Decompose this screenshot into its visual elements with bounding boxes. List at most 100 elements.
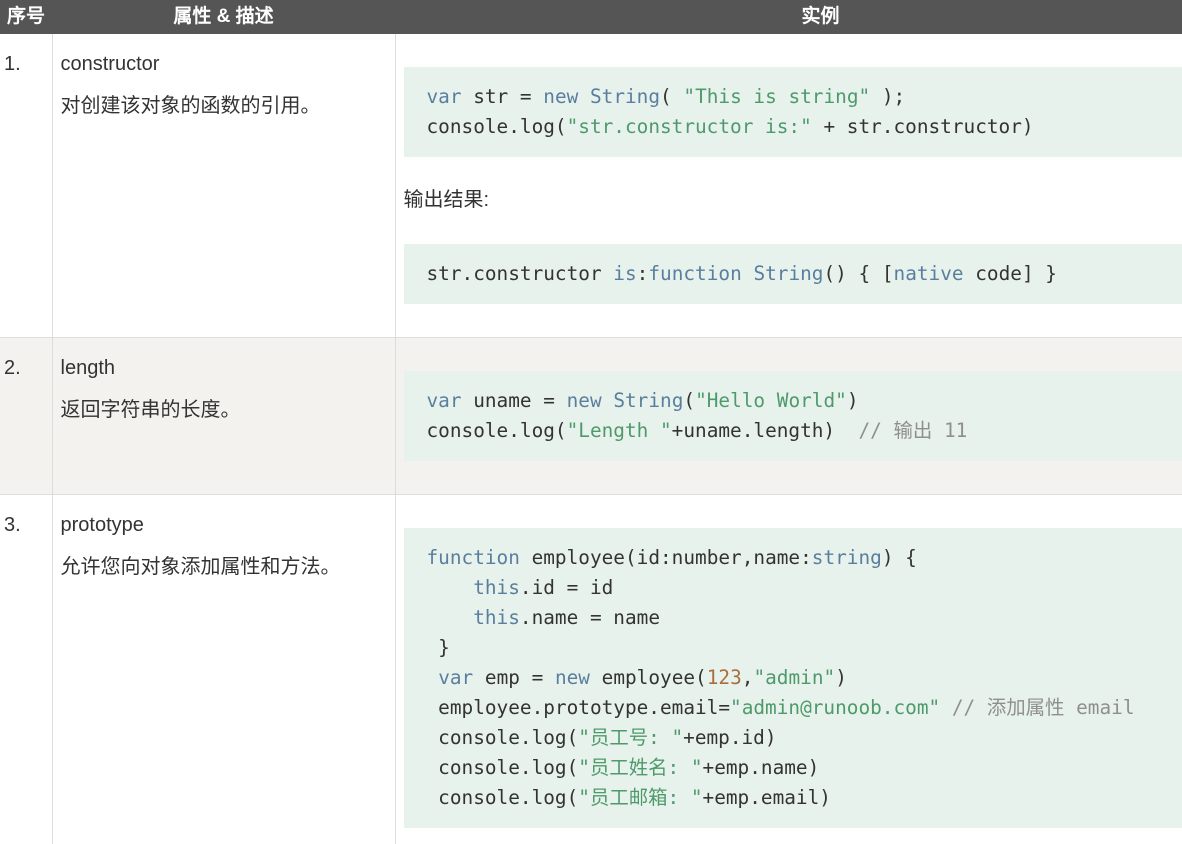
code-token: () { [ [823, 262, 894, 285]
row-index: 1. [4, 53, 21, 75]
code-token: ) [846, 389, 859, 412]
code-token: , [741, 666, 754, 689]
property-cell: constructor 对创建该对象的函数的引用。 [51, 34, 395, 338]
code-token: new [566, 389, 602, 412]
code-token: ) { [881, 546, 917, 569]
code-token: console.log( [426, 726, 579, 749]
row-index: 3. [0, 494, 52, 844]
code-token: var [426, 85, 462, 108]
code-token: emp = [473, 666, 555, 689]
property-description: 对创建该对象的函数的引用。 [60, 95, 321, 117]
code-line: this.id = id [427, 573, 1160, 603]
code-line: var emp = new employee(123,"admin") [427, 663, 1160, 693]
code-token: var [426, 389, 462, 412]
code-token: "员工姓名: " [578, 756, 703, 779]
property-description: 返回字符串的长度。 [60, 399, 241, 421]
code-token: "This is string" [683, 85, 871, 108]
code-token: ) [835, 666, 847, 689]
output-block: str.constructor is:function String() { [… [403, 244, 1182, 304]
code-token: "admin@runoob.com" [730, 696, 941, 719]
output-label: 输出结果: [403, 189, 490, 211]
code-token: ( [660, 85, 684, 108]
code-line: console.log("str.constructor is:" + str.… [427, 112, 1160, 142]
example-cell: var str = new String( "This is string" )… [394, 34, 1182, 338]
code-token: +emp.name) [702, 756, 820, 779]
code-token: +uname.length) [671, 419, 859, 442]
header-index: 序号 [0, 0, 52, 34]
code-line: function employee(id:number,name:string)… [427, 543, 1160, 573]
code-token: ( [683, 389, 696, 412]
code-token: "员工号: " [578, 726, 684, 749]
code-token: function [648, 262, 742, 285]
code-token: "str.constructor is:" [566, 115, 812, 138]
code-token: .name = name [519, 606, 660, 629]
code-line: var str = new String( "This is string" )… [427, 82, 1160, 112]
code-token: console.log( [426, 756, 579, 779]
code-token: ); [870, 85, 906, 108]
code-token: this [473, 576, 520, 599]
code-token: new [554, 666, 590, 689]
property-cell: prototype 允许您向对象添加属性和方法。 [51, 494, 395, 844]
code-token: "Length " [566, 419, 672, 442]
code-token: String [589, 85, 661, 108]
code-token: employee( [589, 666, 707, 689]
code-token: // 输出 11 [858, 419, 968, 442]
code-token: uname = [461, 389, 567, 412]
code-block: var uname = new String("Hello World") con… [403, 371, 1182, 461]
header-example: 实例 [395, 0, 1182, 34]
code-token: "员工邮箱: " [578, 786, 703, 809]
code-token: new [543, 85, 579, 108]
code-line: str.constructor is:function String() { [… [427, 259, 1160, 289]
code-token: code] } [963, 262, 1057, 285]
code-block: function employee(id:number,name:string)… [403, 528, 1182, 828]
code-token: employee.prototype.email= [426, 696, 731, 719]
code-token: console.log( [426, 115, 567, 138]
code-line: console.log("员工姓名: "+emp.name) [427, 753, 1160, 783]
code-token: "Hello World" [695, 389, 847, 412]
code-token: str.constructor [426, 262, 614, 285]
header-property: 属性 & 描述 [52, 0, 395, 34]
property-name: prototype [60, 514, 144, 536]
code-token: } [426, 636, 450, 659]
code-line: console.log("Length "+uname.length) // 输… [427, 416, 1160, 446]
code-token: console.log( [426, 786, 579, 809]
property-description: 允许您向对象添加属性和方法。 [60, 556, 341, 578]
code-token: function [426, 546, 520, 569]
code-token: // 添加属性 email [951, 696, 1135, 719]
code-token: String [753, 262, 824, 285]
code-block: var str = new String( "This is string" )… [403, 67, 1182, 157]
code-token: console.log( [426, 419, 567, 442]
code-token: +emp.id) [683, 726, 777, 749]
code-token: employee(id:number,name: [519, 546, 812, 569]
code-line: console.log("员工号: "+emp.id) [427, 723, 1160, 753]
code-token: : [636, 262, 649, 285]
code-token: "admin" [753, 666, 836, 689]
example-cell: function employee(id:number,name:string)… [394, 494, 1182, 844]
code-token: this [473, 606, 520, 629]
code-token: String [613, 389, 684, 412]
code-line: var uname = new String("Hello World") [427, 386, 1160, 416]
table-row: 1. constructor 对创建该对象的函数的引用。 var str = n… [0, 34, 1182, 338]
row-index: 2. [0, 337, 52, 495]
code-line: } [427, 633, 1160, 663]
code-token: native [893, 262, 964, 285]
code-line: console.log("员工邮箱: "+emp.email) [427, 783, 1160, 813]
property-cell: length 返回字符串的长度。 [51, 337, 395, 495]
code-token: var [438, 666, 474, 689]
string-properties-table: 序号 属性 & 描述 实例 1. constructor 对创建该对象的函数的引… [0, 0, 1182, 844]
table-row: 2. length 返回字符串的长度。 var uname = new Stri… [0, 337, 1182, 495]
property-name: length [60, 357, 116, 379]
property-name: constructor [60, 53, 160, 75]
code-token: 123 [706, 666, 742, 689]
code-token: .id = id [519, 576, 614, 599]
table-row: 3. prototype 允许您向对象添加属性和方法。 function emp… [0, 494, 1182, 844]
code-token: str = [461, 85, 544, 108]
code-token: + str.constructor) [811, 115, 1034, 138]
code-token: is [613, 262, 637, 285]
